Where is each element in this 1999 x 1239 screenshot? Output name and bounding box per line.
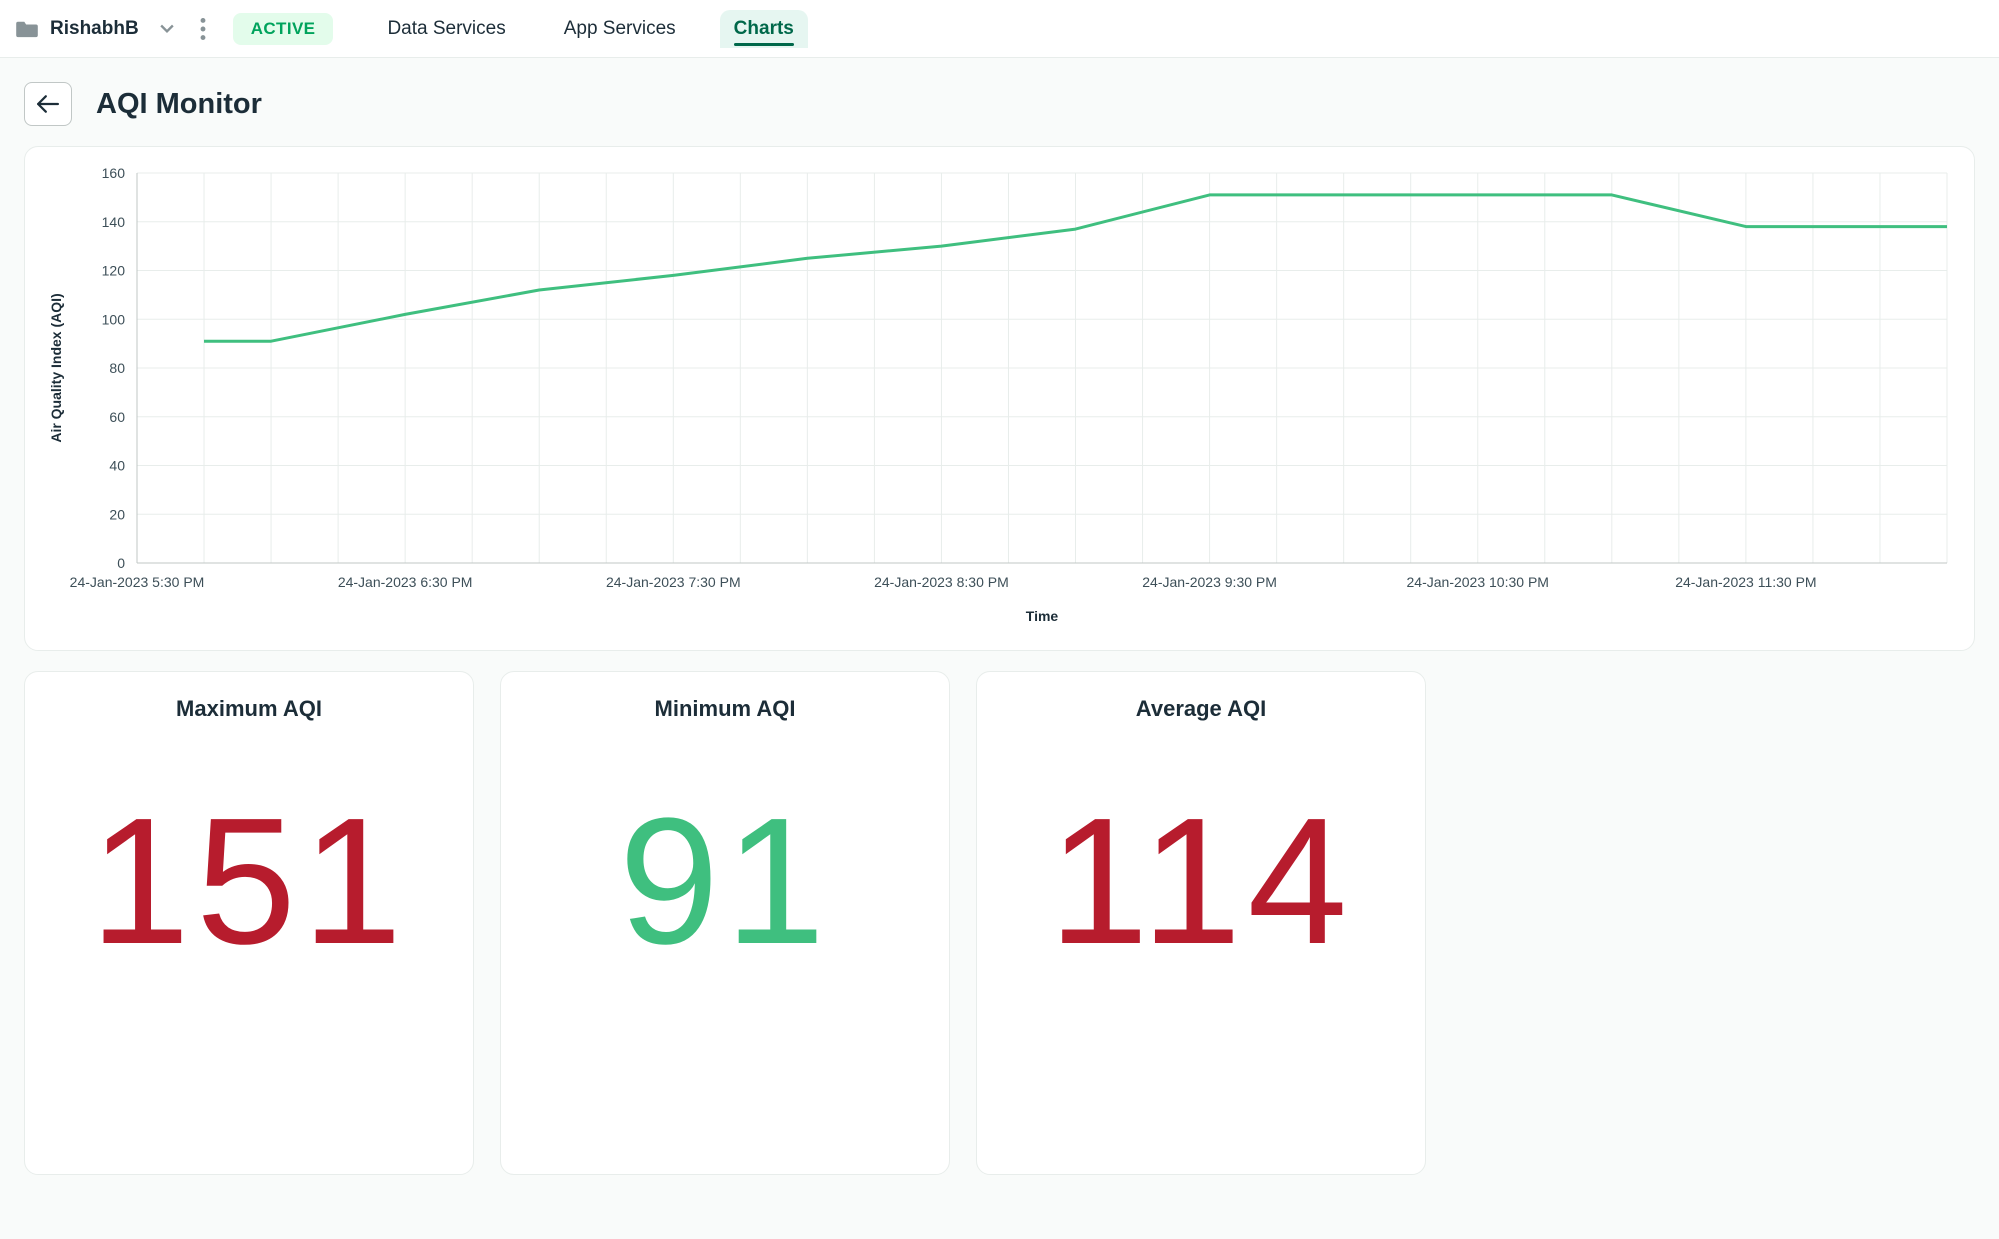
svg-text:24-Jan-2023 6:30 PM: 24-Jan-2023 6:30 PM [338,574,473,590]
project-selector[interactable]: RishabhB [16,18,145,40]
caret-down-icon [160,24,174,34]
svg-text:24-Jan-2023 9:30 PM: 24-Jan-2023 9:30 PM [1142,574,1277,590]
stat-title: Maximum AQI [176,696,322,722]
stat-value: 114 [1049,792,1354,972]
stat-card-avg: Average AQI 114 [976,671,1426,1175]
stat-card-min: Minimum AQI 91 [500,671,950,1175]
svg-text:100: 100 [102,311,126,327]
folder-icon [16,20,38,38]
stat-title: Minimum AQI [655,696,796,722]
project-name: RishabhB [50,18,139,40]
tab-charts[interactable]: Charts [720,10,808,48]
aqi-line-chart-card: 0 20 40 60 80 100 120 140 160 24-Jan-2023 5:30 PM… [24,146,1975,651]
svg-text:80: 80 [109,360,125,376]
arrow-left-icon [37,95,59,113]
topbar: RishabhB ACTIVE Data Services App Servic… [0,0,1999,58]
status-badge: ACTIVE [233,13,334,45]
project-menu-button[interactable] [189,15,217,43]
svg-text:160: 160 [102,165,126,181]
svg-text:60: 60 [109,409,125,425]
stat-title: Average AQI [1136,696,1266,722]
aqi-line-chart-svg: 0 20 40 60 80 100 120 140 160 24-Jan-2023 5:30 PM… [37,163,1957,633]
nav-tabs: Data Services App Services Charts [373,10,807,48]
page-header: AQI Monitor [24,82,1975,126]
svg-text:24-Jan-2023 10:30 PM: 24-Jan-2023 10:30 PM [1407,574,1549,590]
stat-cards-row: Maximum AQI 151 Minimum AQI 91 Average A… [24,671,1975,1175]
stat-card-max: Maximum AQI 151 [24,671,474,1175]
stat-value: 91 [619,792,831,972]
svg-text:24-Jan-2023 8:30 PM: 24-Jan-2023 8:30 PM [874,574,1009,590]
svg-text:40: 40 [109,458,125,474]
page-body: AQI Monitor 0 20 40 60 80 100 120 140 160 24-Jan-… [0,58,1999,1239]
project-dropdown-toggle[interactable] [153,15,181,43]
aqi-line-chart: 0 20 40 60 80 100 120 140 160 24-Jan-2023 5:30 PM… [37,163,1962,638]
tab-data-services[interactable]: Data Services [373,10,519,48]
svg-text:20: 20 [109,506,125,522]
svg-text:0: 0 [117,555,125,571]
stat-value: 151 [90,792,408,972]
svg-text:24-Jan-2023 7:30 PM: 24-Jan-2023 7:30 PM [606,574,741,590]
back-button[interactable] [24,82,72,126]
dots-vertical-icon [200,18,206,40]
svg-text:Time: Time [1026,608,1059,624]
svg-text:Air Quality Index (AQI): Air Quality Index (AQI) [48,293,64,442]
svg-text:24-Jan-2023 11:30 PM: 24-Jan-2023 11:30 PM [1675,574,1816,590]
tab-app-services[interactable]: App Services [550,10,690,48]
svg-text:24-Jan-2023 5:30 PM: 24-Jan-2023 5:30 PM [70,574,205,590]
page-title: AQI Monitor [96,88,262,121]
svg-text:120: 120 [102,263,126,279]
svg-text:140: 140 [102,214,126,230]
